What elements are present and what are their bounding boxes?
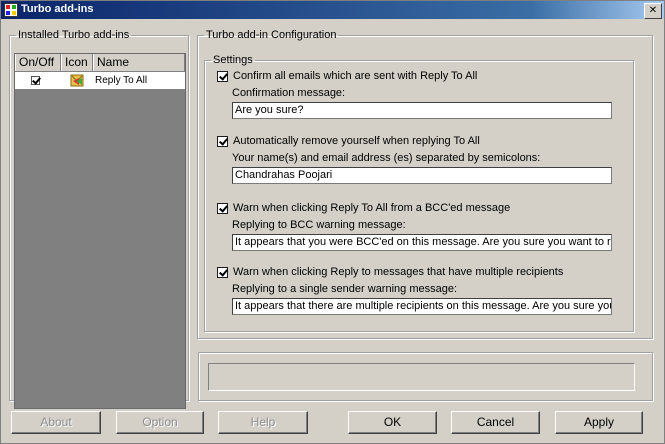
close-icon: ✕ bbox=[648, 5, 658, 16]
option-button[interactable]: Option bbox=[116, 411, 204, 434]
multiple-recipients-label: Warn when clicking Reply to messages tha… bbox=[233, 266, 564, 278]
help-button[interactable]: Help bbox=[218, 411, 308, 434]
single-sender-warning-input[interactable]: It appears that there are multiple recip… bbox=[232, 298, 612, 315]
column-header-name[interactable]: Name bbox=[93, 54, 185, 71]
apply-button[interactable]: Apply bbox=[555, 411, 643, 434]
onoff-cell bbox=[15, 76, 61, 85]
installed-addins-legend: Installed Turbo add-ins bbox=[18, 29, 130, 41]
multiple-recipients-checkbox[interactable] bbox=[217, 266, 228, 278]
bcc-warning-checkbox[interactable] bbox=[217, 202, 228, 214]
turbo-addins-window: Turbo add-ins ✕ Installed Turbo add-ins … bbox=[0, 0, 665, 444]
option-confirm-reply-all: Confirm all emails which are sent with R… bbox=[217, 70, 612, 119]
bcc-warning-message-input[interactable]: It appears that you were BCC'ed on this … bbox=[232, 234, 612, 251]
confirmation-message-label: Confirmation message: bbox=[232, 87, 346, 99]
installed-addins-group: Installed Turbo add-ins On/Off Icon Name bbox=[9, 29, 189, 409]
names-emails-input[interactable]: Chandrahas Poojari bbox=[232, 167, 612, 184]
single-sender-warning-label: Replying to a single sender warning mess… bbox=[232, 283, 458, 295]
settings-legend: Settings bbox=[213, 54, 253, 66]
confirmation-message-input[interactable]: Are you sure? bbox=[232, 102, 612, 119]
reply-all-icon bbox=[70, 74, 84, 87]
close-button[interactable]: ✕ bbox=[644, 3, 662, 19]
column-header-icon[interactable]: Icon bbox=[61, 54, 93, 71]
configuration-legend: Turbo add-in Configuration bbox=[206, 29, 337, 41]
names-emails-label: Your name(s) and email address (es) sepa… bbox=[232, 152, 541, 164]
title-bar[interactable]: Turbo add-ins ✕ bbox=[1, 1, 664, 19]
option-remove-yourself: Automatically remove yourself when reply… bbox=[217, 135, 612, 184]
cancel-button[interactable]: Cancel bbox=[451, 411, 540, 434]
bcc-warning-toggle[interactable]: Warn when clicking Reply To All from a B… bbox=[217, 202, 612, 214]
remove-yourself-toggle[interactable]: Automatically remove yourself when reply… bbox=[217, 135, 612, 147]
window-title: Turbo add-ins bbox=[21, 3, 94, 15]
list-item[interactable]: Reply To All bbox=[15, 72, 185, 89]
status-group bbox=[198, 352, 653, 401]
addin-list[interactable]: On/Off Icon Name Reply To All bbox=[14, 53, 186, 409]
bcc-warning-message-label: Replying to BCC warning message: bbox=[232, 219, 406, 231]
option-bcc-warning: Warn when clicking Reply To All from a B… bbox=[217, 202, 612, 251]
confirm-reply-all-toggle[interactable]: Confirm all emails which are sent with R… bbox=[217, 70, 612, 82]
app-icon bbox=[4, 3, 18, 17]
addin-name: Reply To All bbox=[95, 75, 148, 86]
about-button[interactable]: About bbox=[11, 411, 101, 434]
status-panel bbox=[208, 363, 635, 391]
bcc-warning-label: Warn when clicking Reply To All from a B… bbox=[233, 202, 511, 214]
confirm-reply-all-checkbox[interactable] bbox=[217, 70, 228, 82]
confirm-reply-all-label: Confirm all emails which are sent with R… bbox=[233, 70, 478, 82]
remove-yourself-checkbox[interactable] bbox=[217, 135, 228, 147]
addin-enabled-checkbox[interactable] bbox=[31, 76, 40, 85]
settings-group: Settings Confirm all emails which are se… bbox=[204, 54, 634, 332]
multiple-recipients-toggle[interactable]: Warn when clicking Reply to messages tha… bbox=[217, 266, 612, 278]
addin-configuration-group: Turbo add-in Configuration Settings Conf… bbox=[197, 29, 653, 339]
column-header-onoff[interactable]: On/Off bbox=[15, 54, 61, 71]
icon-cell bbox=[61, 74, 93, 87]
option-multiple-recipients: Warn when clicking Reply to messages tha… bbox=[217, 266, 612, 315]
remove-yourself-label: Automatically remove yourself when reply… bbox=[233, 135, 480, 147]
ok-button[interactable]: OK bbox=[348, 411, 437, 434]
list-header: On/Off Icon Name bbox=[15, 54, 185, 72]
